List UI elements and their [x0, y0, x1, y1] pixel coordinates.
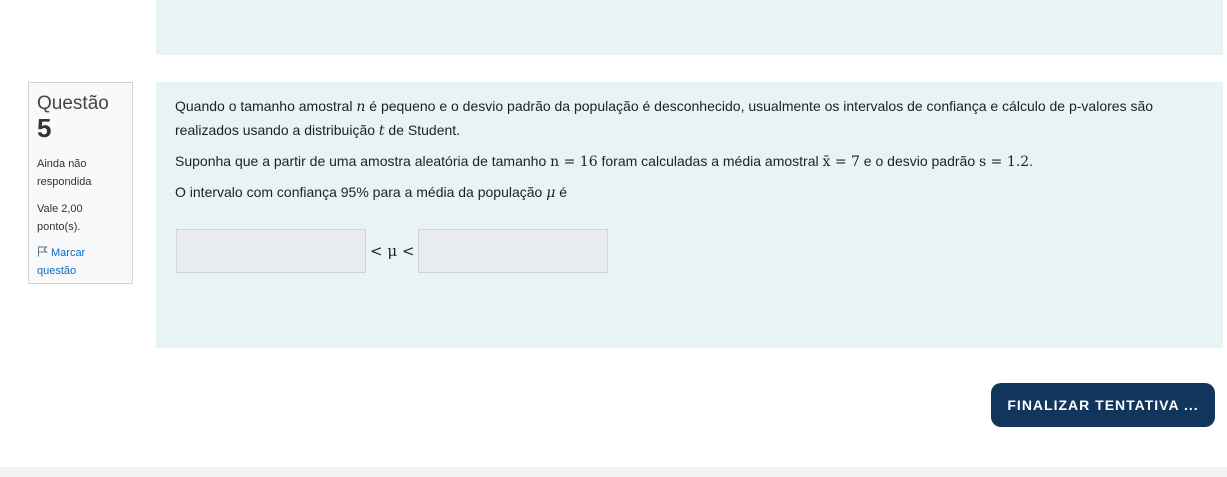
question-info: Questão 5 Ainda não respondida Vale 2,00… — [28, 82, 133, 284]
question-text-intro: Quando o tamanho amostral n é pequeno e … — [175, 95, 1203, 143]
flag-icon — [38, 246, 48, 257]
question-text-data: Suponha que a partir de uma amostra alea… — [175, 150, 1203, 174]
text: e o desvio padrão — [859, 153, 980, 169]
question-number: 5 — [37, 113, 52, 143]
finish-attempt-button[interactable]: FINALIZAR TENTATIVA ... — [991, 383, 1215, 427]
text: Quando o tamanho amostral — [175, 98, 357, 114]
math-s-value: s = 1.2 — [979, 154, 1030, 170]
upper-bound-input[interactable] — [418, 229, 609, 273]
question-label: Questão — [37, 93, 109, 114]
question-content: Quando o tamanho amostral n é pequeno e … — [156, 82, 1223, 348]
text: foram calculadas a média amostral — [597, 153, 823, 169]
question-state: Ainda não respondida — [37, 158, 92, 188]
text: O intervalo com confiança 95% para a méd… — [175, 184, 547, 200]
inequality-symbol: < μ < — [370, 241, 415, 260]
math-mu: μ — [546, 185, 556, 201]
question-text-prompt: O intervalo com confiança 95% para a méd… — [175, 181, 1203, 205]
previous-question-content — [156, 0, 1223, 55]
text: de Student. — [384, 122, 461, 138]
text: Suponha que a partir de uma amostra alea… — [175, 153, 551, 169]
math-n-value: n = 16 — [550, 154, 598, 170]
page-footer — [0, 467, 1227, 477]
lower-bound-input[interactable] — [176, 229, 366, 273]
text: é — [555, 184, 568, 200]
answer-row: < μ < — [176, 229, 609, 273]
flag-question-link[interactable]: Marcar questão — [37, 244, 124, 280]
question-grade: Vale 2,00 ponto(s). — [37, 203, 83, 233]
math-xbar-value: x̄ = 7 — [822, 154, 860, 170]
text: . — [1029, 153, 1033, 169]
